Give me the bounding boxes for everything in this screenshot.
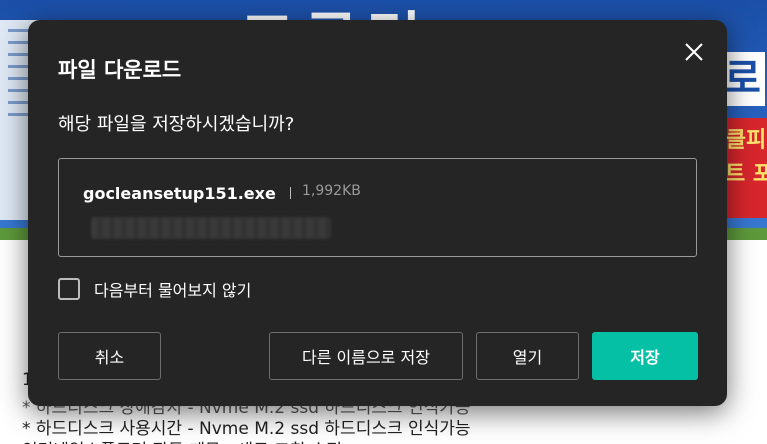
dont-ask-again-checkbox[interactable] — [58, 278, 80, 300]
save-as-button[interactable]: 다른 이름으로 저장 — [269, 332, 463, 380]
save-button[interactable]: 저장 — [592, 332, 698, 380]
file-size: 1,992KB — [302, 183, 361, 199]
file-download-dialog: 파일 다운로드 해당 파일을 저장하시겠습니까? gocleansetup151… — [28, 20, 727, 406]
cancel-button[interactable]: 취소 — [58, 332, 161, 380]
page-text-line: 인터넷익스플로러 작동 때문 - 새로 고침 수정 — [22, 436, 722, 444]
dialog-title: 파일 다운로드 — [58, 58, 182, 82]
dialog-question: 해당 파일을 저장하시겠습니까? — [58, 114, 295, 135]
open-button[interactable]: 열기 — [476, 332, 579, 380]
banner-side-red: 클피 트 포 — [725, 118, 767, 218]
dont-ask-again-option[interactable]: 다음부터 물어보지 않기 — [58, 277, 251, 301]
close-icon — [685, 43, 703, 61]
file-separator — [290, 187, 291, 199]
file-info-box: gocleansetup151.exe 1,992KB — [58, 158, 697, 257]
close-button[interactable] — [682, 40, 706, 64]
dont-ask-again-label: 다음부터 물어보지 않기 — [94, 281, 252, 300]
file-path-redacted — [91, 217, 331, 239]
file-name: gocleansetup151.exe — [83, 184, 276, 203]
